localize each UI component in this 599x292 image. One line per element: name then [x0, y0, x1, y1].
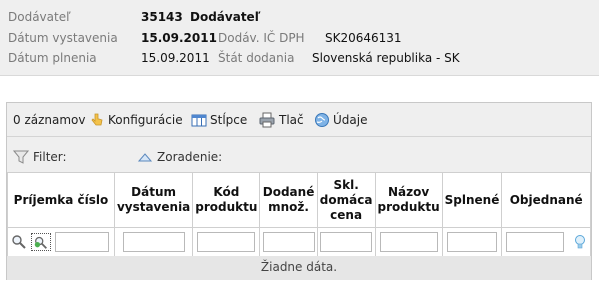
column-header[interactable]: Dodané množ.	[259, 172, 318, 228]
filter-input-issue-date[interactable]	[122, 232, 185, 252]
empty-message: Žiadne dáta.	[7, 256, 591, 280]
globe-icon	[315, 113, 329, 127]
filter-cell	[259, 227, 318, 257]
funnel-icon	[13, 150, 29, 164]
issue-date-label: Dátum vystavenia	[8, 31, 118, 45]
record-count: 0 záznamov	[13, 113, 86, 127]
columns-label: Stĺpce	[210, 113, 248, 127]
columns-button[interactable]: Stĺpce	[191, 112, 253, 128]
data-button[interactable]: Údaje	[314, 112, 376, 128]
column-header[interactable]: Príjemka číslo	[7, 172, 115, 228]
filter-row	[7, 227, 591, 257]
filter-cell	[113, 227, 194, 257]
column-header[interactable]: Splnené	[441, 172, 503, 228]
filter-input-price[interactable]	[320, 232, 373, 252]
header-row: Príjemka číslo Dátum vystavenia Kód prod…	[7, 172, 591, 228]
supplier-name: Dodávateľ	[190, 10, 261, 24]
filter-input-receipt[interactable]	[54, 232, 109, 252]
filter-cell	[316, 227, 376, 257]
config-button[interactable]: Konfigurácie	[89, 112, 185, 128]
filter-cell	[441, 227, 503, 257]
country-label: Štát dodania	[218, 51, 295, 65]
sort-triangle-icon	[137, 153, 153, 162]
filter-cell	[374, 227, 443, 257]
issue-date-value: 15.09.2011	[141, 31, 217, 45]
filter-cell	[192, 227, 261, 257]
filter-input-product-code[interactable]	[197, 232, 256, 252]
filter-cell	[7, 227, 115, 257]
filter-input-ordered[interactable]	[506, 232, 565, 252]
lightbulb-icon[interactable]	[574, 234, 586, 250]
fulfil-date-value: 15.09.2011	[141, 51, 210, 65]
column-header[interactable]: Kód produktu	[192, 172, 261, 228]
magnifier-icon[interactable]	[11, 234, 27, 250]
advanced-search-icon[interactable]	[30, 233, 51, 251]
supplier-code: 35143	[141, 10, 183, 24]
sort-button[interactable]: Zoradenie:	[137, 149, 227, 165]
vat-value: SK20646131	[325, 31, 402, 45]
print-label: Tlač	[279, 113, 304, 127]
column-header[interactable]: Názov produktu	[374, 172, 443, 228]
column-header[interactable]: Objednané	[501, 172, 591, 228]
filter-cell	[501, 227, 591, 257]
filter-input-fulfilled[interactable]	[447, 232, 498, 252]
filter-bar: Filter: Zoradenie:	[7, 138, 591, 172]
grid-toolbar: 0 záznamov Konfigurácie Stĺpce Tlač Údaj…	[7, 103, 591, 137]
filter-input-delivered-qty[interactable]	[262, 232, 315, 252]
printer-icon	[259, 112, 275, 128]
fulfil-date-label: Dátum plnenia	[8, 51, 97, 65]
vat-label: Dodáv. IČ DPH	[218, 31, 305, 45]
filter-label: Filter:	[33, 150, 67, 164]
document-info: Dodávateľ 35143 Dodávateľ Dátum vystaven…	[0, 0, 599, 76]
print-button[interactable]: Tlač	[259, 112, 307, 128]
config-label: Konfigurácie	[108, 113, 183, 127]
filter-button[interactable]: Filter:	[13, 149, 75, 165]
sort-label: Zoradenie:	[157, 150, 223, 164]
data-label: Údaje	[333, 113, 368, 127]
hand-pointer-icon	[91, 113, 103, 126]
columns-icon	[191, 114, 207, 127]
column-header[interactable]: Dátum vystavenia	[113, 172, 194, 228]
data-grid: Príjemka číslo Dátum vystavenia Kód prod…	[7, 172, 591, 257]
country-value: Slovenská republika - SK	[312, 51, 460, 65]
grid-panel: 0 záznamov Konfigurácie Stĺpce Tlač Údaj…	[6, 102, 592, 280]
column-header[interactable]: Skl. domáca cena	[316, 172, 376, 228]
filter-input-product-name[interactable]	[379, 232, 438, 252]
supplier-label: Dodávateľ	[8, 10, 71, 24]
